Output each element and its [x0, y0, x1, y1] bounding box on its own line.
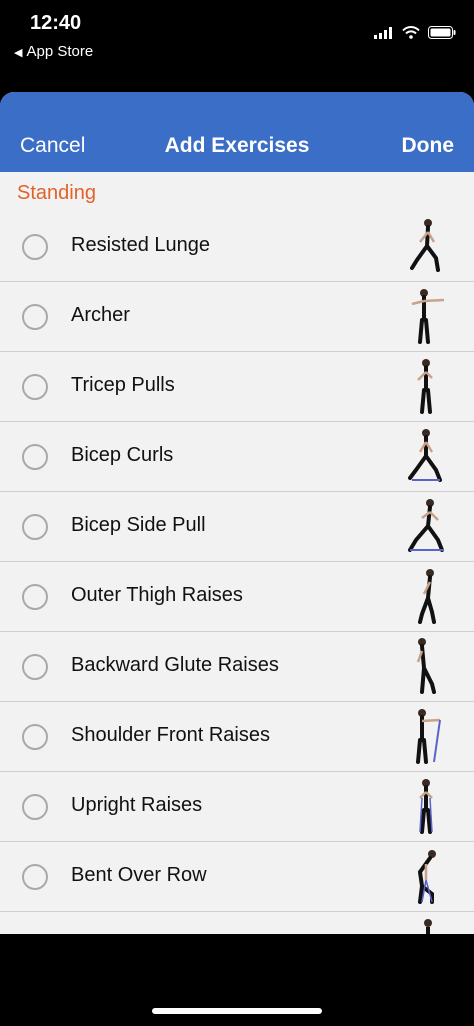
exercise-figure-icon — [417, 359, 433, 414]
back-triangle-icon: ◀ — [14, 47, 23, 59]
battery-icon — [428, 26, 456, 39]
wifi-icon — [402, 26, 420, 39]
exercise-figure-icon — [408, 429, 442, 482]
exercise-label: Upright Raises — [71, 794, 203, 816]
exercise-row[interactable]: Bicep Side Pull — [0, 492, 474, 562]
exercise-label: Backward Glute Raises — [71, 654, 279, 676]
status-bar: 12:40 ◀ App Store — [0, 0, 474, 90]
select-radio[interactable] — [22, 654, 48, 680]
back-app-label: App Store — [26, 43, 94, 60]
exercise-label: Bicep Side Pull — [71, 514, 206, 536]
section-title: Standing — [17, 182, 96, 204]
done-button[interactable]: Done — [402, 134, 455, 158]
exercise-figure-icon — [424, 919, 432, 934]
exercise-row-partial[interactable] — [0, 912, 474, 934]
home-indicator[interactable] — [152, 1008, 322, 1014]
select-radio[interactable] — [22, 864, 48, 890]
exercise-figure-icon — [408, 499, 444, 552]
exercise-figure-icon — [419, 779, 433, 834]
status-time: 12:40 — [30, 12, 82, 34]
select-radio[interactable] — [22, 514, 48, 540]
exercise-label: Bent Over Row — [71, 864, 207, 886]
exercise-row[interactable]: Shoulder Front Raises — [0, 702, 474, 772]
select-radio[interactable] — [22, 444, 48, 470]
exercise-label: Archer — [71, 304, 130, 326]
exercise-row[interactable]: Bicep Curls — [0, 422, 474, 492]
select-radio[interactable] — [22, 304, 48, 330]
exercise-list: Resisted Lunge Archer Tricep Pulls Bicep… — [0, 212, 474, 934]
select-radio[interactable] — [22, 794, 48, 820]
exercise-row[interactable]: Bent Over Row — [0, 842, 474, 912]
add-exercises-sheet: Cancel Add Exercises Done Standing Resis… — [0, 92, 474, 934]
exercise-row[interactable]: Outer Thigh Raises — [0, 562, 474, 632]
back-to-app-link[interactable]: ◀ App Store — [14, 43, 93, 60]
exercise-figure-icon — [416, 638, 436, 694]
exercise-row[interactable]: Upright Raises — [0, 772, 474, 842]
exercise-figure-icon — [416, 709, 441, 764]
select-radio[interactable] — [22, 584, 48, 610]
navigation-bar: Cancel Add Exercises Done — [0, 92, 474, 172]
exercise-label: Shoulder Front Raises — [71, 724, 270, 746]
exercise-figure-icon — [417, 850, 436, 904]
exercise-figure-icon — [411, 289, 445, 344]
status-icons — [374, 26, 456, 39]
exercise-figure-icon — [418, 569, 436, 624]
cellular-signal-icon — [374, 26, 392, 39]
section-header: Standing — [0, 172, 474, 212]
select-radio[interactable] — [22, 374, 48, 400]
exercise-row[interactable]: Archer — [0, 282, 474, 352]
select-radio[interactable] — [22, 724, 48, 750]
exercise-label: Resisted Lunge — [71, 234, 210, 256]
exercise-label: Outer Thigh Raises — [71, 584, 243, 606]
exercise-row[interactable]: Backward Glute Raises — [0, 632, 474, 702]
exercise-row[interactable]: Resisted Lunge — [0, 212, 474, 282]
select-radio[interactable] — [22, 234, 48, 260]
exercise-label: Bicep Curls — [71, 444, 174, 466]
exercise-row[interactable]: Tricep Pulls — [0, 352, 474, 422]
exercise-label: Tricep Pulls — [71, 374, 175, 396]
exercise-figure-icon — [410, 219, 440, 272]
